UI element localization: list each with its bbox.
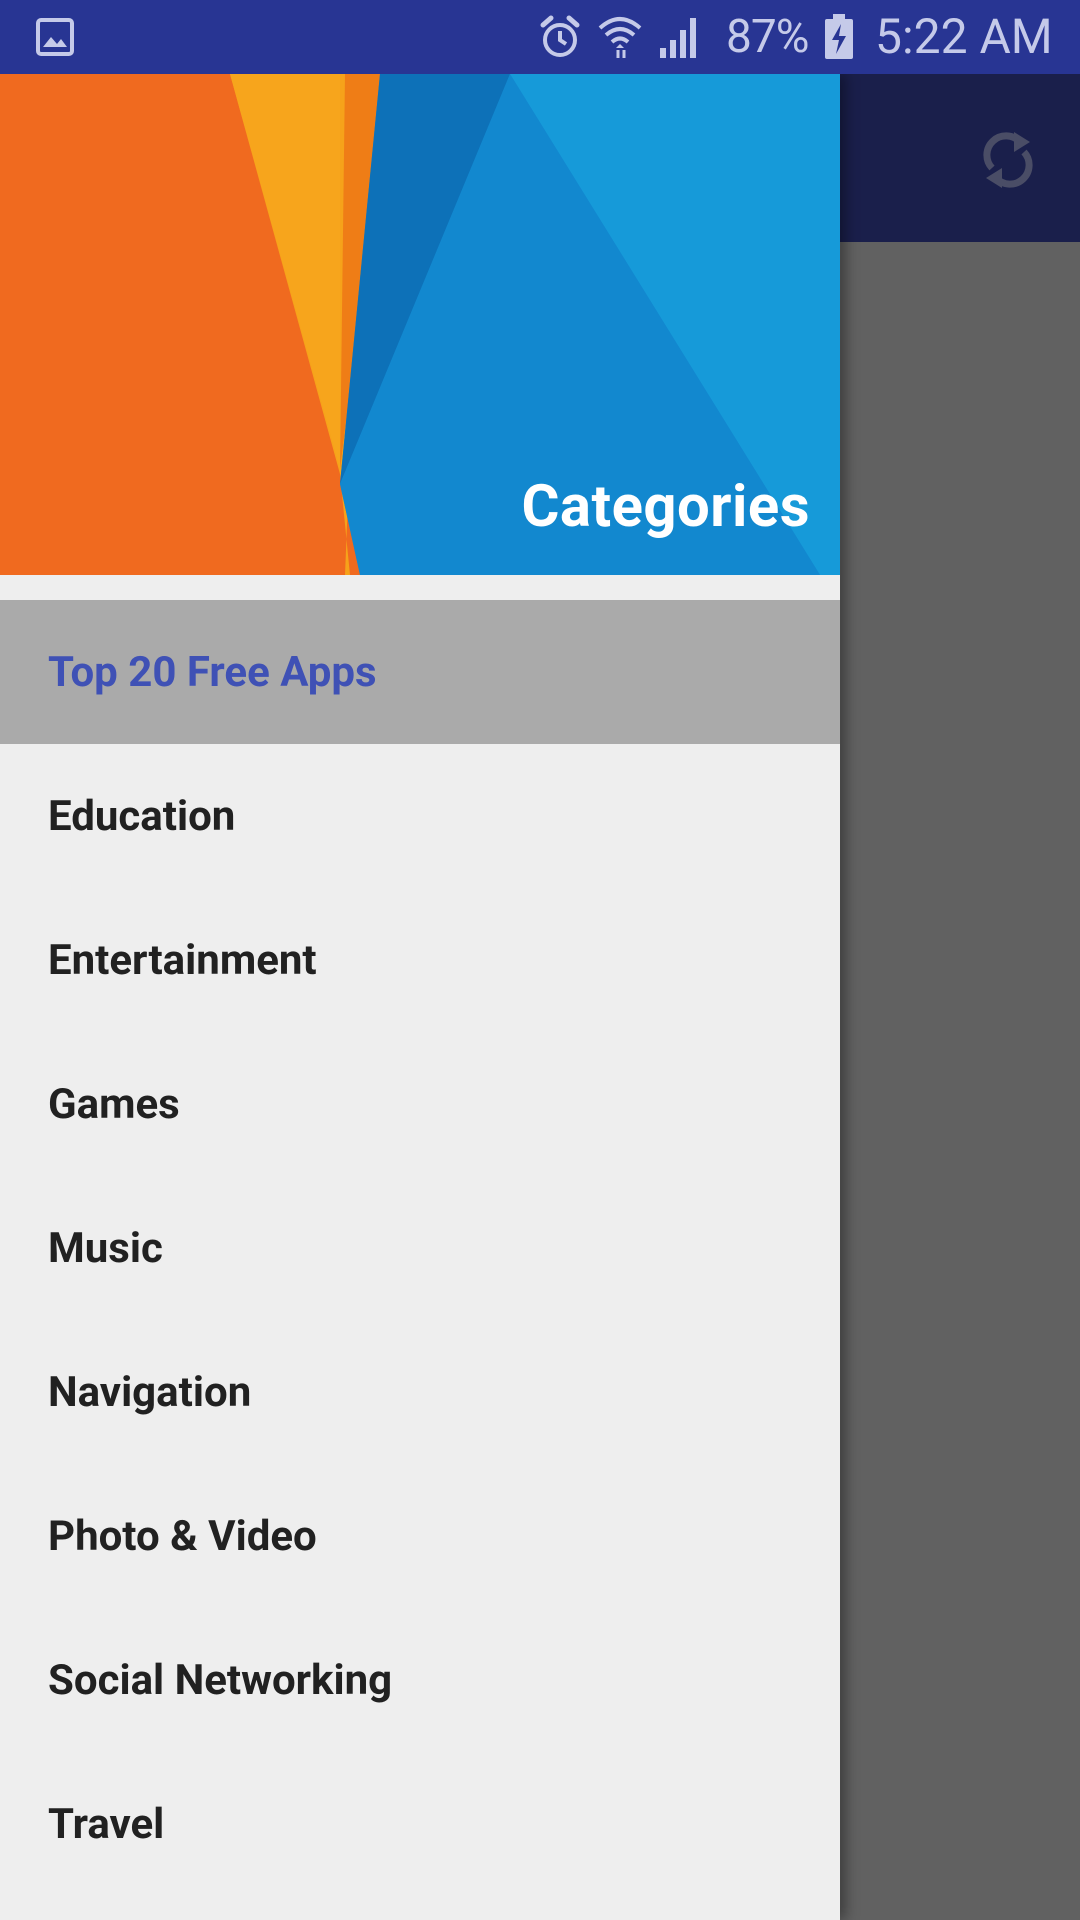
refresh-icon[interactable] [980,128,1036,192]
menu-item-label: Social Networking [48,1655,393,1705]
status-clock: 5:22 AM [875,8,1053,65]
menu-item-photo-video[interactable]: Photo & Video [0,1464,840,1608]
gallery-icon [36,18,74,56]
menu-item-label: Games [48,1079,180,1129]
menu-item-label: Entertainment [48,935,317,985]
menu-item-games[interactable]: Games [0,1032,840,1176]
category-list: Top 20 Free Apps Education Entertainment… [0,600,840,1896]
battery-percentage: 87% [726,10,809,64]
drawer-title: Categories [521,473,810,541]
menu-item-label: Music [48,1223,163,1273]
menu-item-education[interactable]: Education [0,744,840,888]
drawer-header: Categories [0,74,840,575]
menu-item-travel[interactable]: Travel [0,1752,840,1896]
menu-item-navigation[interactable]: Navigation [0,1320,840,1464]
menu-item-top-20-free-apps[interactable]: Top 20 Free Apps [0,600,840,744]
navigation-drawer: Categories Top 20 Free Apps Education En… [0,74,840,1920]
menu-item-label: Photo & Video [48,1511,317,1561]
menu-item-entertainment[interactable]: Entertainment [0,888,840,1032]
menu-item-label: Education [48,791,236,841]
menu-item-label: Travel [48,1799,165,1849]
menu-item-label: Navigation [48,1367,252,1417]
battery-charging-icon [825,14,853,59]
wifi-icon [598,17,642,58]
status-bar: 87% 5:22 AM [0,0,1080,74]
menu-item-social-networking[interactable]: Social Networking [0,1608,840,1752]
menu-item-label: Top 20 Free Apps [48,647,377,697]
signal-icon [660,18,696,58]
menu-item-music[interactable]: Music [0,1176,840,1320]
alarm-icon [540,15,580,57]
